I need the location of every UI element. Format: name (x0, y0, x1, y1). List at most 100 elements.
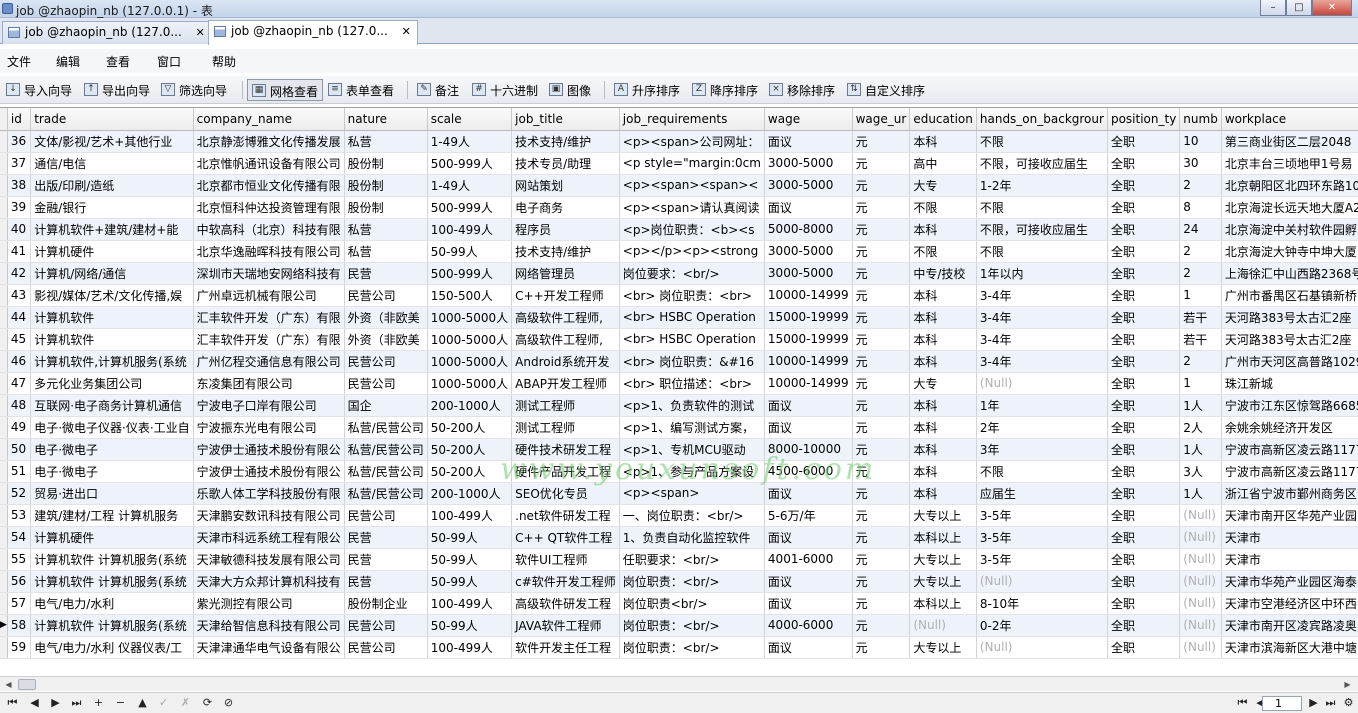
table-row[interactable]: ▶ 58 计算机软件 计算机服务(系统 天津给智信息科技有限公司 民营公司 50-99人 J… (0, 614, 1358, 637)
cell-job-requirements[interactable]: <br> 岗位职责：&#16 (619, 350, 765, 373)
cell-workplace[interactable]: 天津市南开区华苑产业园 (1221, 504, 1358, 527)
cell-id[interactable]: 37 (7, 152, 32, 175)
horizontal-scrollbar[interactable]: ◀ ▶ (0, 676, 1358, 691)
cell-job-title[interactable]: 软件UI工程师 (511, 548, 620, 571)
document-tab-1[interactable]: job @zhaopin_nb (127.0... ✕ (2, 21, 212, 44)
cell-hands-on-backgrour[interactable]: 3-5年 (976, 526, 1108, 549)
close-button[interactable]: ✕ (1312, 0, 1352, 16)
row-marker[interactable] (0, 526, 8, 549)
cell-job-title[interactable]: C++ QT软件工程 (511, 526, 620, 549)
column-header-wage[interactable]: wage (764, 108, 853, 131)
cell-hands-on-backgrour[interactable]: 3-4年 (976, 284, 1108, 307)
cell-workplace[interactable]: 北京海淀大钟寺中坤大厦 (1221, 240, 1358, 263)
cell-numb[interactable]: (Null) (1179, 614, 1222, 637)
cell-company-name[interactable]: 天津敏德科技发展有限公司 (193, 548, 345, 571)
cell-wage-ur[interactable]: 元 (852, 152, 911, 175)
cell-workplace[interactable]: 第三商业街区二层2048 (1221, 130, 1358, 153)
cell-position-ty[interactable]: 全职 (1107, 372, 1181, 395)
add-record-icon[interactable]: + (90, 695, 107, 711)
table-row[interactable]: 53 建筑/建材/工程 计算机服务 天津鹏安数讯科技有限公司 民营公司 100-499人… (0, 504, 1358, 527)
cell-trade[interactable]: 计算机/网络/通信 (30, 262, 194, 285)
row-marker[interactable] (0, 504, 8, 527)
cell-trade[interactable]: 出版/印刷/造纸 (30, 174, 194, 197)
table-row[interactable]: 40 计算机软件+建筑/建材+能 中软高科（北京）科技有限 私营 100-499人 程序员… (0, 218, 1358, 241)
cell-wage[interactable]: 3000-5000 (764, 174, 853, 197)
cell-workplace[interactable]: 天津市 (1221, 548, 1358, 571)
menu-file[interactable]: 文件 (7, 53, 31, 70)
row-marker[interactable] (0, 548, 8, 571)
cell-id[interactable]: 36 (7, 130, 32, 153)
cell-workplace[interactable]: 广州市番禺区石基镇新桥 (1221, 284, 1358, 307)
cell-position-ty[interactable]: 全职 (1107, 460, 1181, 483)
cell-hands-on-backgrour[interactable]: 3-5年 (976, 504, 1108, 527)
cell-nature[interactable]: 民营 (344, 262, 428, 285)
cell-wage-ur[interactable]: 元 (852, 306, 911, 329)
cell-wage[interactable]: 面议 (764, 570, 853, 593)
cell-position-ty[interactable]: 全职 (1107, 482, 1181, 505)
close-tab-icon[interactable]: ✕ (196, 26, 205, 39)
table-row[interactable]: 56 计算机软件 计算机服务(系统 天津大方众邦计算机科技有 民营 50-99人 c#软件… (0, 570, 1358, 593)
cell-hands-on-backgrour[interactable]: 应届生 (976, 482, 1108, 505)
cell-trade[interactable]: 贸易·进出口 (30, 482, 194, 505)
cell-id[interactable]: 56 (7, 570, 32, 593)
column-header-numb[interactable]: numb (1179, 108, 1222, 131)
cell-nature[interactable]: 外资（非欧美 (344, 306, 428, 329)
cell-wage-ur[interactable]: 元 (852, 130, 911, 153)
cell-trade[interactable]: 计算机软件 计算机服务(系统 (30, 548, 194, 571)
cell-position-ty[interactable]: 全职 (1107, 130, 1181, 153)
cell-education[interactable]: 中专/技校 (909, 262, 977, 285)
cell-trade[interactable]: 计算机软件,计算机服务(系统 (30, 350, 194, 373)
column-header-wage-ur[interactable]: wage_ur (852, 108, 911, 131)
cell-company-name[interactable]: 北京都市恒业文化传播有限 (193, 174, 345, 197)
cell-hands-on-backgrour[interactable]: 不限 (976, 130, 1108, 153)
row-marker[interactable] (0, 438, 8, 461)
cell-wage[interactable]: 10000-14999 (764, 372, 853, 395)
cell-job-requirements[interactable]: 任职要求：<br/> (619, 548, 765, 571)
cell-nature[interactable]: 股份制 (344, 174, 428, 197)
cell-scale[interactable]: 100-499人 (427, 636, 513, 659)
cell-wage-ur[interactable]: 元 (852, 614, 911, 637)
column-header-scale[interactable]: scale (427, 108, 513, 131)
cell-numb[interactable]: (Null) (1179, 592, 1222, 615)
cell-job-requirements[interactable]: <p>岗位职责：<b><s (619, 218, 765, 241)
cell-workplace[interactable]: 天津市华苑产业园区海泰 (1221, 570, 1358, 593)
column-header-workplace[interactable]: workplace (1221, 108, 1358, 131)
cell-job-title[interactable]: 测试工程师 (511, 416, 620, 439)
cell-nature[interactable]: 民营 (344, 570, 428, 593)
cell-company-name[interactable]: 宁波振东光电有限公司 (193, 416, 345, 439)
cell-scale[interactable]: 50-99人 (427, 614, 513, 637)
cell-id[interactable]: 59 (7, 636, 32, 659)
cell-workplace[interactable]: 北京海淀长远天地大厦A2 (1221, 196, 1358, 219)
cell-hands-on-backgrour[interactable]: 不限 (976, 240, 1108, 263)
cell-job-requirements[interactable]: <p><span>公司网址： (619, 130, 765, 153)
table-row[interactable]: 45 计算机软件 汇丰软件开发（广东）有限 外资（非欧美 1000-5000人 高级软件工… (0, 328, 1358, 351)
table-row[interactable]: 42 计算机/网络/通信 深圳市天瑞地安网络科技有 民营 500-999人 网络管理员 岗位… (0, 262, 1358, 285)
cell-company-name[interactable]: 宁波伊士通技术股份有限公 (193, 460, 345, 483)
cell-wage-ur[interactable]: 元 (852, 592, 911, 615)
cell-id[interactable]: 49 (7, 416, 32, 439)
cell-job-title[interactable]: Android系统开发 (511, 350, 620, 373)
cell-wage[interactable]: 3000-5000 (764, 152, 853, 175)
cell-scale[interactable]: 100-499人 (427, 592, 513, 615)
cell-hands-on-backgrour[interactable]: (Null) (976, 636, 1108, 659)
table-row[interactable]: 57 电气/电力/水利 紫光测控有限公司 股份制企业 100-499人 高级软件研发工程岗… (0, 592, 1358, 615)
menu-help[interactable]: 帮助 (212, 53, 236, 70)
menu-view[interactable]: 查看 (106, 53, 130, 70)
cell-job-requirements[interactable]: 岗位职责：<br/> (619, 636, 765, 659)
cell-workplace[interactable]: 浙江省宁波市鄞州商务区 (1221, 482, 1358, 505)
cell-numb[interactable]: 若干 (1179, 328, 1222, 351)
cell-wage[interactable]: 15000-19999 (764, 328, 853, 351)
cell-position-ty[interactable]: 全职 (1107, 240, 1181, 263)
cell-scale[interactable]: 200-1000人 (427, 394, 513, 417)
first-record-icon[interactable]: ⏮ (4, 695, 21, 711)
cell-workplace[interactable]: 宁波市高新区凌云路1177 (1221, 438, 1358, 461)
cell-wage-ur[interactable]: 元 (852, 328, 911, 351)
cell-wage[interactable]: 面议 (764, 416, 853, 439)
cell-job-requirements[interactable]: 岗位要求：<br/> (619, 262, 765, 285)
cell-position-ty[interactable]: 全职 (1107, 394, 1181, 417)
discard-changes-icon[interactable]: ✗ (177, 695, 194, 711)
cell-trade[interactable]: 电气/电力/水利 仪器仪表/工 (30, 636, 194, 659)
cell-id[interactable]: 53 (7, 504, 32, 527)
cell-position-ty[interactable]: 全职 (1107, 592, 1181, 615)
cell-wage-ur[interactable]: 元 (852, 372, 911, 395)
